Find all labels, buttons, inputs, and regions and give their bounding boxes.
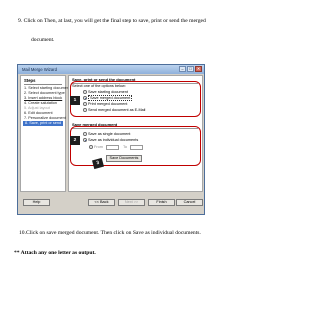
highlight-box-1 [70,81,201,117]
steps-divider [24,84,62,85]
finish-button[interactable]: Finish [148,199,175,206]
steps-heading: Steps [24,78,36,83]
callout-3: 3 [92,157,104,170]
cancel-button[interactable]: Cancel [176,199,203,206]
main-pane: Save, print or send the document Select … [68,75,203,192]
output-note: ** Attach any one letter as output. [14,250,96,256]
next-button: Next >> [118,199,145,206]
dialog-button-row: Help << Back Next >> Finish Cancel [18,194,204,214]
step-item-current[interactable]: 8. Save, print or send [23,121,64,126]
close-icon[interactable]: ✕ [195,66,202,72]
dialog-title: Mail Merge Wizard [22,67,57,72]
callout-1: 1 [70,96,80,105]
title-bar: Mail Merge Wizard – □ ✕ [18,65,204,74]
minimize-icon[interactable]: – [179,66,186,72]
step-9-text-continued: document. [31,37,55,43]
highlight-box-2 [70,126,201,166]
step-9-text: 9. Click on Then, at last, you will get … [18,18,206,24]
help-button[interactable]: Help [23,199,50,206]
maximize-icon[interactable]: □ [187,66,194,72]
back-button[interactable]: << Back [88,199,115,206]
step-10-text: 10.Click on save merged document. Then c… [19,230,201,236]
mail-merge-wizard-dialog: Mail Merge Wizard – □ ✕ Steps 1. Select … [17,64,205,215]
steps-pane: Steps 1. Select starting document 2. Sel… [20,75,70,192]
callout-2: 2 [70,136,80,145]
